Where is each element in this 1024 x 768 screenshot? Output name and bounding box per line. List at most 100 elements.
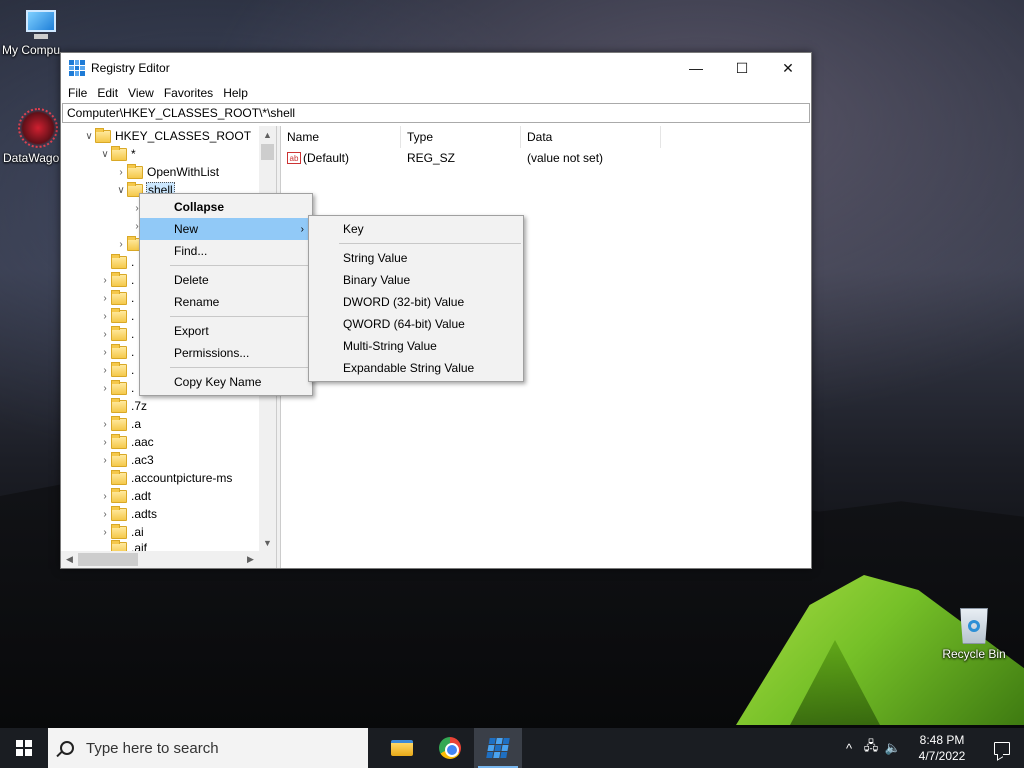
menu-bar: File Edit View Favorites Help — [61, 83, 811, 103]
menu-item-collapse[interactable]: Collapse — [140, 196, 312, 218]
tree-node-star[interactable]: ∨ * — [99, 145, 137, 163]
menu-item-permissions[interactable]: Permissions... — [140, 342, 312, 364]
tree-label: .adts — [131, 507, 158, 521]
chevron-right-icon[interactable]: › — [99, 293, 111, 304]
minimize-button[interactable]: — — [673, 53, 719, 83]
menu-view[interactable]: View — [123, 86, 159, 100]
menu-item-delete[interactable]: Delete — [140, 269, 312, 291]
action-center-button[interactable] — [980, 728, 1024, 768]
tree-node-ext[interactable]: ›. — [99, 379, 135, 397]
tree-node-openwithlist[interactable]: › OpenWithList — [115, 163, 220, 181]
chevron-right-icon[interactable]: › — [99, 437, 111, 448]
menu-item-label: New — [174, 222, 199, 236]
context-menu: Collapse New › Find... Delete Rename Exp… — [139, 193, 313, 396]
chevron-right-icon[interactable]: › — [99, 365, 111, 376]
chevron-right-icon[interactable]: › — [99, 455, 111, 466]
tree-node-ext[interactable]: .accountpicture-ms — [99, 469, 233, 487]
scroll-right-icon[interactable]: ▶ — [242, 551, 259, 568]
tree-node-ext[interactable]: ›. — [99, 343, 135, 361]
menu-item-new[interactable]: New › — [140, 218, 312, 240]
chevron-right-icon[interactable]: › — [99, 383, 111, 394]
menu-item-binary-value[interactable]: Binary Value — [309, 269, 523, 291]
registry-app-icon — [69, 60, 85, 76]
tree-label: .ai — [131, 525, 144, 539]
tree-node-hkcr[interactable]: ∨ HKEY_CLASSES_ROOT — [83, 127, 252, 145]
menu-item-new-key[interactable]: Key — [309, 218, 523, 240]
title-bar[interactable]: Registry Editor — ☐ ✕ — [61, 53, 811, 83]
taskbar-chrome[interactable] — [426, 728, 474, 768]
scroll-down-icon[interactable]: ▼ — [259, 534, 276, 551]
tree-label: HKEY_CLASSES_ROOT — [115, 129, 252, 143]
chevron-down-icon[interactable]: ∨ — [115, 185, 127, 196]
menu-item-expandable-string-value[interactable]: Expandable String Value — [309, 357, 523, 379]
column-header-name[interactable]: Name — [281, 126, 401, 148]
tree-node-ext[interactable]: .7z — [99, 397, 148, 415]
tree-label: .ac3 — [131, 453, 154, 467]
chevron-down-icon[interactable]: ∨ — [83, 131, 95, 142]
taskbar-file-explorer[interactable] — [378, 728, 426, 768]
taskbar-search-box[interactable]: Type here to search — [48, 728, 368, 768]
maximize-button[interactable]: ☐ — [719, 53, 765, 83]
menu-item-rename[interactable]: Rename — [140, 291, 312, 313]
datawagon-icon — [18, 108, 58, 148]
chevron-right-icon[interactable]: › — [99, 419, 111, 430]
tree-node-ext[interactable]: ›. — [99, 271, 135, 289]
folder-icon — [111, 487, 127, 503]
menu-item-qword-value[interactable]: QWORD (64-bit) Value — [309, 313, 523, 335]
folder-icon — [111, 271, 127, 287]
chevron-down-icon[interactable]: ∨ — [99, 149, 111, 160]
menu-item-find[interactable]: Find... — [140, 240, 312, 262]
tree-node-ext[interactable]: ›. — [99, 361, 135, 379]
tree-node-ext[interactable]: ›. — [99, 325, 135, 343]
show-hidden-icons-chevron-icon[interactable]: ^ — [838, 741, 860, 756]
scroll-thumb[interactable] — [261, 144, 274, 160]
folder-icon — [111, 325, 127, 341]
network-icon[interactable]: 🖧 — [860, 737, 882, 759]
menu-item-copy-key-name[interactable]: Copy Key Name — [140, 371, 312, 393]
chevron-right-icon[interactable]: › — [99, 275, 111, 286]
list-item[interactable]: ab (Default) REG_SZ (value not set) — [281, 148, 811, 168]
menu-edit[interactable]: Edit — [92, 86, 123, 100]
menu-item-string-value[interactable]: String Value — [309, 247, 523, 269]
tree-node-ext[interactable]: › .ac3 — [99, 451, 155, 469]
taskbar-registry-editor[interactable] — [474, 728, 522, 768]
tree-node-ext[interactable]: › .aac — [99, 433, 155, 451]
clock-date: 4/7/2022 — [918, 749, 966, 763]
tree-label: . — [131, 291, 135, 305]
scroll-up-icon[interactable]: ▲ — [259, 126, 276, 143]
menu-item-multi-string-value[interactable]: Multi-String Value — [309, 335, 523, 357]
desktop-icon-recycle-bin[interactable]: Recycle Bin — [936, 604, 1012, 661]
tree-node-ext[interactable]: . — [99, 253, 135, 271]
tree-node-ext[interactable]: ›. — [99, 289, 135, 307]
tree-horizontal-scrollbar[interactable]: ◀ ▶ — [61, 551, 276, 568]
chevron-right-icon[interactable]: › — [99, 329, 111, 340]
menu-item-dword-value[interactable]: DWORD (32-bit) Value — [309, 291, 523, 313]
chevron-right-icon[interactable]: › — [99, 491, 111, 502]
chevron-right-icon: › — [300, 223, 304, 235]
clock[interactable]: 8:48 PM 4/7/2022 — [904, 732, 980, 764]
chevron-right-icon[interactable]: › — [115, 167, 127, 178]
scroll-thumb[interactable] — [78, 553, 138, 566]
start-button[interactable] — [0, 728, 48, 768]
menu-favorites[interactable]: Favorites — [159, 86, 218, 100]
column-header-type[interactable]: Type — [401, 126, 521, 148]
column-header-data[interactable]: Data — [521, 126, 661, 148]
tree-node-ext[interactable]: › .adts — [99, 505, 158, 523]
address-bar[interactable]: Computer\HKEY_CLASSES_ROOT\*\shell — [62, 103, 810, 123]
tree-node-ext[interactable]: ›. — [99, 307, 135, 325]
chevron-right-icon[interactable]: › — [99, 347, 111, 358]
chevron-right-icon[interactable]: › — [99, 509, 111, 520]
tree-node-ext[interactable]: › .a — [99, 415, 142, 433]
tree-node-ext[interactable]: › .adt — [99, 487, 152, 505]
folder-icon — [111, 451, 127, 467]
chevron-right-icon[interactable]: › — [99, 311, 111, 322]
chevron-right-icon[interactable]: › — [115, 239, 127, 250]
scroll-left-icon[interactable]: ◀ — [61, 551, 78, 568]
menu-file[interactable]: File — [63, 86, 92, 100]
close-button[interactable]: ✕ — [765, 53, 811, 83]
desktop-icon-my-computer[interactable]: My Compu — [2, 10, 78, 57]
volume-icon[interactable]: 🔈 — [882, 740, 904, 756]
menu-item-export[interactable]: Export — [140, 320, 312, 342]
menu-help[interactable]: Help — [218, 86, 253, 100]
chevron-right-icon[interactable]: › — [99, 527, 111, 538]
